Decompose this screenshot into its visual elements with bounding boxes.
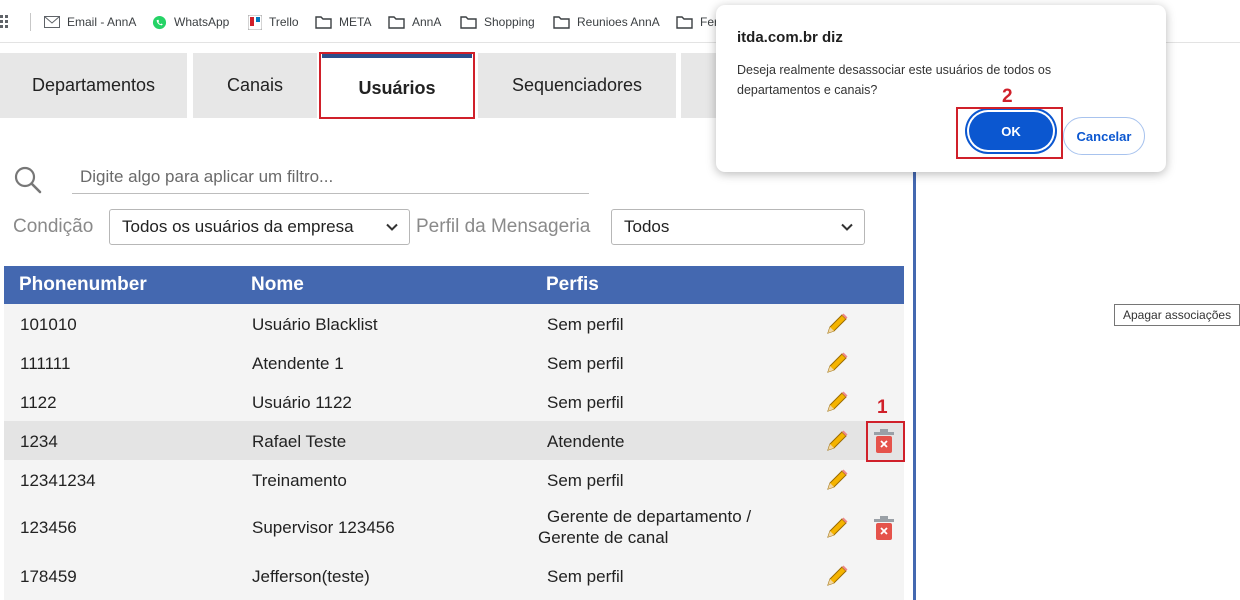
bookmark-meta[interactable]: META — [315, 12, 371, 32]
table-row[interactable]: 178459 Jefferson(teste) Sem perfil — [4, 556, 904, 600]
bookmark-anna[interactable]: AnnA — [388, 12, 441, 32]
bookmark-label: Shopping — [484, 15, 535, 29]
table-header: Phonenumber Nome Perfis — [4, 266, 904, 304]
cell-name: Rafael Teste — [252, 432, 347, 451]
cell-phone: 1234 — [20, 432, 58, 451]
folder-icon — [388, 16, 405, 29]
tab-departamentos[interactable]: Departamentos — [0, 53, 187, 118]
tab-sequenciadores[interactable]: Sequenciadores — [478, 53, 676, 118]
whatsapp-icon — [152, 15, 167, 29]
folder-icon — [315, 16, 332, 29]
profile-value: Todos — [624, 217, 670, 236]
bookmark-whatsapp[interactable]: WhatsApp — [152, 12, 229, 32]
profile-label: Perfil da Mensageria — [416, 216, 591, 237]
tab-more[interactable] — [681, 53, 717, 118]
filter-input[interactable] — [72, 163, 589, 191]
cell-phone: 101010 — [20, 315, 77, 334]
pencil-icon[interactable] — [824, 428, 850, 454]
cell-profile-line1: Gerente de departamento / — [547, 507, 752, 526]
cancel-button[interactable]: Cancelar — [1063, 117, 1145, 155]
dialog-message: Deseja realmente desassociar este usuári… — [737, 63, 1052, 97]
cell-phone: 123456 — [20, 518, 77, 537]
bookmark-label: WhatsApp — [174, 15, 230, 29]
panel-divider — [913, 170, 916, 600]
condition-value: Todos os usuários da empresa — [122, 217, 354, 236]
pencil-icon[interactable] — [824, 515, 850, 541]
cell-phone: 178459 — [20, 567, 77, 586]
cell-profile: Atendente — [547, 432, 625, 451]
chevron-down-icon — [841, 223, 853, 231]
bookmark-fer[interactable]: Fer — [676, 12, 718, 32]
folder-icon — [553, 16, 570, 29]
pencil-icon[interactable] — [824, 563, 850, 589]
cell-name: Usuário 1122 — [252, 393, 352, 412]
folder-icon — [676, 16, 693, 29]
bookmark-shopping[interactable]: Shopping — [460, 12, 535, 32]
condition-label: Condição — [13, 216, 94, 237]
header-phonenumber: Phonenumber — [19, 274, 147, 295]
cell-name: Atendente 1 — [252, 354, 344, 373]
bookmark-label: AnnA — [412, 15, 442, 29]
search-icon — [14, 166, 42, 194]
profile-select[interactable]: Todos — [611, 209, 865, 245]
filter-underline — [72, 193, 589, 194]
table-row[interactable]: 1122 Usuário 1122 Sem perfil — [4, 382, 904, 421]
apps-grid-icon[interactable] — [0, 14, 14, 30]
tab-usuarios[interactable]: Usuários — [322, 53, 472, 118]
cell-phone: 12341234 — [20, 471, 96, 490]
cell-name: Usuário Blacklist — [252, 315, 378, 334]
cell-phone: 111111 — [20, 354, 71, 373]
trello-icon — [248, 14, 262, 30]
table-row[interactable]: 12341234 Treinamento Sem perfil — [4, 460, 904, 499]
trash-icon[interactable] — [873, 428, 895, 454]
header-nome: Nome — [251, 274, 304, 295]
cell-profile: Sem perfil — [547, 471, 624, 490]
ok-button[interactable]: OK — [969, 112, 1053, 150]
condition-select[interactable]: Todos os usuários da empresa — [109, 209, 410, 245]
table-row[interactable]: 111111 Atendente 1 Sem perfil — [4, 343, 904, 382]
bookmark-label: Reunioes AnnA — [577, 15, 660, 29]
dialog-title: itda.com.br diz — [737, 29, 843, 46]
confirm-dialog: itda.com.br diz Deseja realmente desasso… — [716, 5, 1166, 172]
bookmark-label: Trello — [269, 15, 299, 29]
bookmark-label: Email - AnnA — [67, 15, 137, 29]
table-row[interactable]: 101010 Usuário Blacklist Sem perfil — [4, 304, 904, 343]
table-row[interactable]: 123456 Supervisor 123456 Gerente de depa… — [4, 499, 904, 556]
header-perfis: Perfis — [546, 274, 599, 295]
bookmarks-separator — [30, 13, 31, 31]
tab-canais[interactable]: Canais — [193, 53, 317, 118]
cell-profile: Sem perfil — [547, 393, 624, 412]
bookmark-label: META — [339, 15, 372, 29]
cell-name: Supervisor 123456 — [252, 518, 395, 537]
cell-profile-line2: Gerente de canal — [538, 528, 669, 547]
trash-icon[interactable] — [873, 515, 895, 541]
chevron-down-icon — [386, 223, 398, 231]
cell-profile: Sem perfil — [547, 354, 624, 373]
cell-phone: 1122 — [20, 393, 57, 412]
bookmark-reunioes-anna[interactable]: Reunioes AnnA — [553, 12, 660, 32]
cell-name: Jefferson(teste) — [252, 567, 370, 586]
folder-icon — [460, 16, 477, 29]
annotation-step-1: 1 — [877, 397, 888, 418]
cell-profile: Sem perfil — [547, 567, 624, 586]
envelope-icon — [44, 16, 60, 28]
bookmark-trello[interactable]: Trello — [248, 12, 299, 32]
bookmark-email-anna[interactable]: Email - AnnA — [44, 12, 136, 32]
pencil-icon[interactable] — [824, 311, 850, 337]
pencil-icon[interactable] — [824, 467, 850, 493]
table-row-selected[interactable]: 1234 Rafael Teste Atendente — [4, 421, 904, 460]
cell-name: Treinamento — [252, 471, 347, 490]
cell-profile: Sem perfil — [547, 315, 624, 334]
pencil-icon[interactable] — [824, 350, 850, 376]
annotation-step-2: 2 — [1002, 86, 1013, 107]
pencil-icon[interactable] — [824, 389, 850, 415]
tooltip-apagar-associacoes: Apagar associações — [1114, 304, 1240, 326]
